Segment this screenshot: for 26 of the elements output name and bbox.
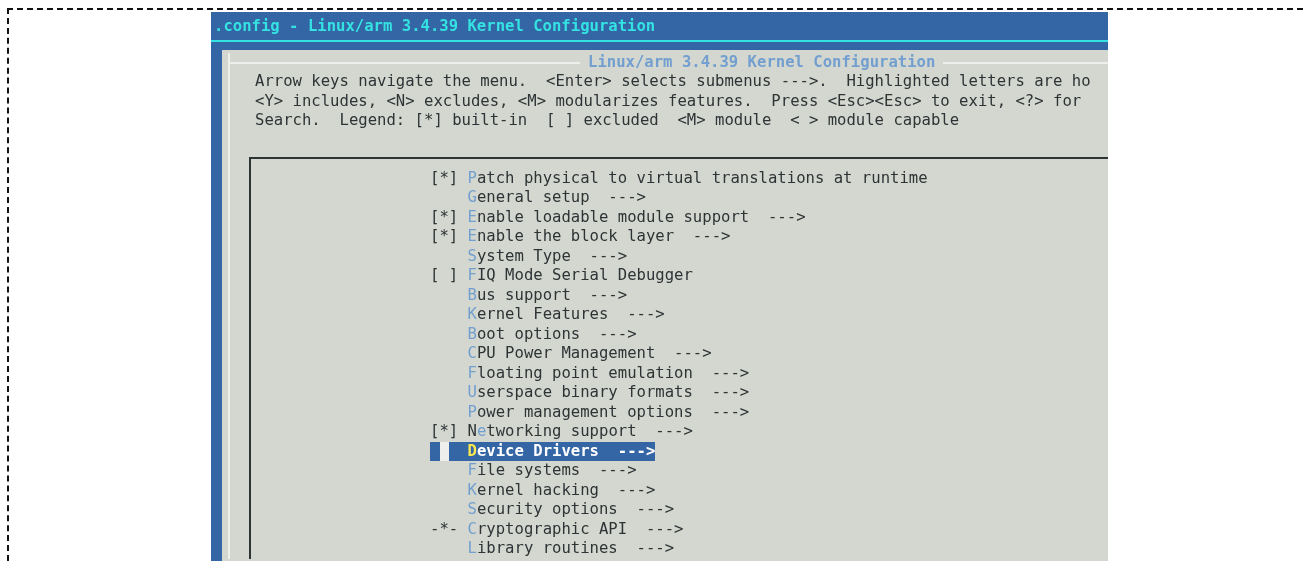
menu-item[interactable]: Floating point emulation ---> — [430, 363, 750, 383]
menu-item[interactable]: Library routines ---> — [430, 539, 675, 559]
menu-item[interactable]: Security options ---> — [430, 500, 675, 520]
menu-item[interactable]: Userspace binary formats ---> — [430, 383, 750, 403]
cursor-icon — [440, 441, 449, 461]
menu-item[interactable]: Kernel Features ---> — [430, 305, 665, 325]
menu-item[interactable]: [*] Enable loadable module support ---> — [430, 207, 806, 227]
menu-item[interactable]: Device Drivers ---> — [430, 441, 656, 461]
menu-item[interactable]: [*] Patch physical to virtual translations at runtime — [430, 168, 928, 188]
help-text: Arrow keys navigate the menu. <Enter> selects submenus --->. Highlighted letters are ho — [255, 72, 1092, 92]
menu-item[interactable]: Boot options ---> — [430, 324, 637, 344]
menu-item[interactable]: [ ] FIQ Mode Serial Debugger — [430, 266, 693, 286]
help-text: <Y> includes, <N> excludes, <M> modularizes features. Press <Esc><Esc> to exit, <?> for — [255, 91, 1083, 111]
menu-item[interactable]: File systems ---> — [430, 461, 637, 481]
window-title: .config - Linux/arm 3.4.39 Kernel Configuration — [211, 12, 1108, 42]
menu-item[interactable]: [*] Networking support ---> — [430, 422, 693, 442]
menu-item[interactable]: -*- Cryptographic API ---> — [430, 519, 684, 539]
help-text: Search. Legend: [*] built-in [ ] excluded <M> module < > module capable — [255, 111, 961, 131]
menu-item[interactable]: General setup ---> — [430, 188, 646, 208]
menu-item[interactable]: System Type ---> — [430, 246, 628, 266]
menu-item[interactable]: Kernel hacking ---> — [430, 480, 656, 500]
menu-item[interactable]: Bus support ---> — [430, 285, 628, 305]
dialog-title: Linux/arm 3.4.39 Kernel Configuration — [587, 53, 937, 72]
menu-item[interactable]: Power management options ---> — [430, 402, 750, 422]
menu-item[interactable]: CPU Power Management ---> — [430, 344, 712, 364]
menu-item[interactable]: [*] Enable the block layer ---> — [430, 227, 731, 247]
